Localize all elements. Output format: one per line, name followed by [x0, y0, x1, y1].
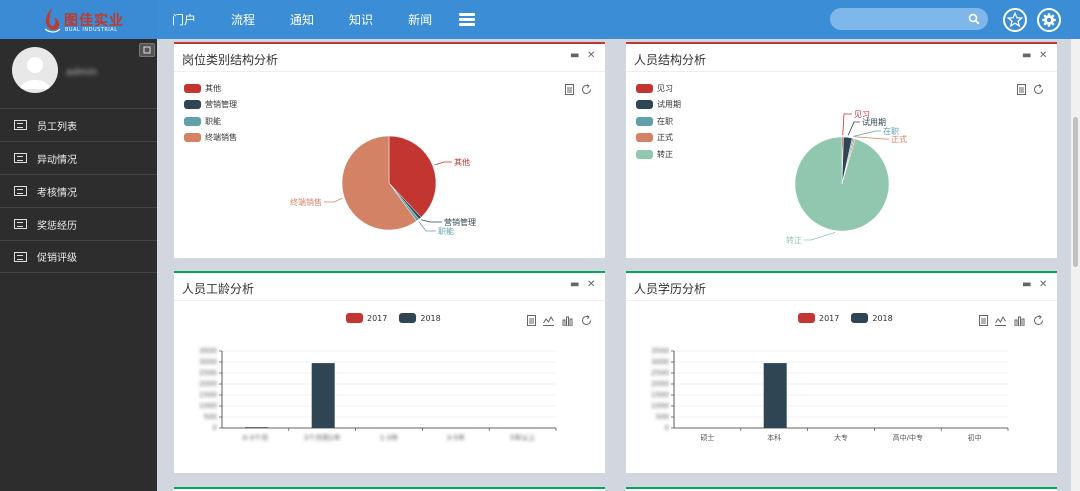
list-icon	[14, 120, 27, 130]
favorites-button[interactable]	[1003, 8, 1027, 32]
sidebar-item-label: 奖惩经历	[37, 220, 77, 232]
list-icon	[14, 219, 27, 229]
nav-knowledge[interactable]: 知识	[349, 11, 373, 28]
pie-label: 营销管理	[444, 217, 476, 227]
search-input[interactable]	[830, 8, 988, 30]
sidebar-toggle-button[interactable]	[139, 43, 155, 57]
page-scrollbar[interactable]	[1071, 39, 1080, 491]
list-icon	[14, 153, 27, 163]
sidebar-item-rewards[interactable]: 奖惩经历	[0, 207, 157, 240]
search-icon[interactable]	[968, 13, 980, 25]
x-tick-label: 5年以上	[510, 433, 535, 442]
collapse-icon	[143, 46, 151, 54]
sidebar-item-assessment[interactable]: 考核情况	[0, 174, 157, 207]
y-tick-label: 3000	[651, 358, 669, 366]
sidebar-item-label: 员工列表	[37, 121, 77, 133]
list-icon	[14, 251, 27, 262]
x-tick-label: 本科	[767, 433, 781, 442]
x-tick-label: 硕士	[700, 433, 714, 442]
top-bar: 图佳实业 BUAL INDUSTRIAL 门户 流程 通知 知识 新闻	[0, 0, 1080, 39]
seniority-bar-chart: 3500 3000 2500 2000 1500 1000 500 0 0-3个月 3个月到1年 1…	[199, 347, 557, 442]
settings-button[interactable]	[1037, 8, 1061, 32]
sidebar: admin 员工列表 异动情况 考核情况 奖惩经历 促销评级	[0, 39, 157, 491]
main-nav: 门户 流程 通知 知识 新闻	[172, 0, 476, 39]
nav-portal[interactable]: 门户	[172, 11, 196, 28]
pie-label: 正式	[891, 134, 907, 144]
panel-edge	[174, 487, 605, 491]
y-tick-label: 2000	[199, 380, 217, 388]
user-panel: admin	[0, 39, 157, 107]
x-tick-label: 0-3个月	[243, 434, 268, 442]
gear-icon	[1042, 13, 1056, 27]
pie-label-line	[853, 130, 881, 137]
pie-label-line	[847, 121, 860, 136]
pie-label: 终端销售	[290, 197, 322, 207]
pie-label-line	[324, 197, 343, 203]
hamburger-menu-icon[interactable]	[459, 12, 476, 27]
x-tick-label: 1-3年	[380, 433, 398, 442]
post-structure-panel: 岗位类别结构分析 ▬ ✕ 其他 营销管理 职能 终端销售 其他 营销管理 职能 终端销…	[174, 42, 605, 258]
post-pie-chart: 其他营销管理职能 终端销售	[290, 135, 476, 236]
star-icon	[1006, 11, 1024, 28]
sidebar-item-transfers[interactable]: 异动情况	[0, 141, 157, 174]
x-tick-label: 初中	[968, 433, 982, 442]
scrollbar-thumb[interactable]	[1073, 117, 1078, 267]
pie-label-line	[434, 161, 452, 166]
pie-label: 试用期	[862, 117, 886, 127]
sidebar-item-label: 异动情况	[37, 154, 77, 166]
pie-label: 其他	[454, 157, 470, 167]
username: admin	[66, 67, 98, 78]
y-tick-label: 0	[213, 424, 217, 432]
logo-icon	[44, 8, 61, 33]
y-tick-label: 1500	[651, 391, 669, 399]
education-panel: 人员学历分析 ▬ ✕ 2017 2018 3500 3000 2500 2000 150…	[626, 271, 1057, 473]
pie-label-line	[804, 232, 836, 241]
nav-workflow[interactable]: 流程	[231, 11, 255, 28]
x-tick-label: 高中/中专	[893, 433, 923, 442]
brand-name-en: BUAL INDUSTRIAL	[65, 27, 118, 33]
y-tick-label: 2000	[651, 380, 669, 388]
avatar[interactable]	[12, 47, 58, 93]
panel-edge	[626, 487, 1057, 491]
sidebar-item-promotion[interactable]: 促销评级	[0, 240, 157, 273]
sidebar-item-employee-list[interactable]: 员工列表	[0, 108, 157, 141]
bar	[763, 363, 787, 428]
brand[interactable]: 图佳实业 BUAL INDUSTRIAL	[0, 0, 157, 39]
bar	[311, 363, 335, 428]
pie-label-line	[854, 136, 889, 140]
education-bar-chart: 3500 3000 2500 2000 1500 1000 500 0 硕士 本科 大专 高中/中专 初…	[651, 347, 1009, 442]
user-icon	[20, 57, 50, 89]
nav-news[interactable]: 新闻	[408, 11, 432, 28]
staff-pie-chart: 见习试用期在职正式转正	[786, 110, 907, 245]
y-tick-label: 3500	[651, 347, 669, 355]
y-tick-label: 1500	[199, 391, 217, 399]
y-tick-label: 2500	[651, 369, 669, 377]
y-tick-label: 1000	[199, 402, 217, 410]
x-tick-label: 3个月到1年	[304, 433, 341, 442]
pie-label-line	[418, 221, 436, 232]
x-tick-label: 3-5年	[447, 433, 465, 442]
y-tick-label: 2500	[199, 369, 217, 377]
sidebar-item-label: 考核情况	[37, 187, 77, 199]
y-tick-label: 0	[665, 424, 669, 432]
pie-label: 转正	[786, 235, 802, 245]
y-tick-label: 1000	[651, 402, 669, 410]
seniority-panel: 人员工龄分析 ▬ ✕ 2017 2018 3500 3000 2500 2000 150…	[174, 271, 605, 473]
sidebar-menu: 员工列表 异动情况 考核情况 奖惩经历 促销评级	[0, 108, 157, 273]
pie-label: 职能	[438, 226, 454, 236]
list-icon	[14, 186, 27, 196]
staff-structure-panel: 人员结构分析 ▬ ✕ 见习 试用期 在职 正式 转正 见习 试用期 在职 正式 转正	[626, 42, 1057, 258]
y-tick-label: 3000	[199, 358, 217, 366]
y-tick-label: 500	[656, 413, 669, 421]
nav-notice[interactable]: 通知	[290, 11, 314, 28]
y-tick-label: 500	[204, 413, 217, 421]
sidebar-item-label: 促销评级	[37, 253, 77, 264]
bar	[244, 427, 268, 428]
pie-label-line	[421, 219, 442, 223]
y-tick-label: 3500	[199, 347, 217, 355]
pie-label-line	[842, 113, 852, 136]
pie-slice	[794, 136, 890, 232]
x-tick-label: 大专	[834, 433, 848, 442]
